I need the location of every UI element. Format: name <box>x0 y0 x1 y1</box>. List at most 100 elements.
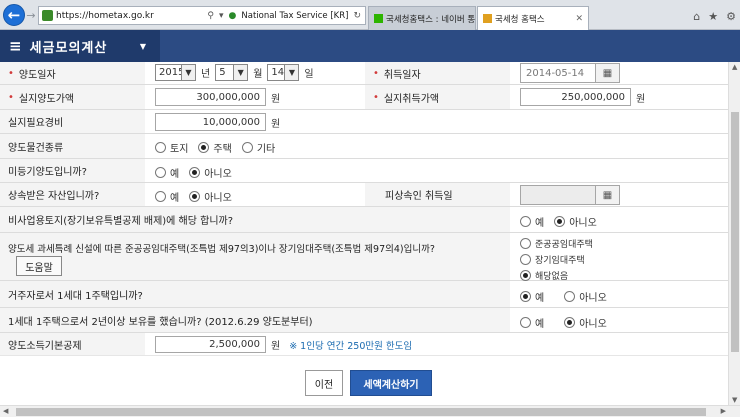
calendar-button[interactable]: ▦ <box>596 63 620 83</box>
decedent-date-input <box>520 185 596 205</box>
radio-one-house-yes[interactable]: 예 <box>520 289 544 304</box>
form-row-prices: • 실지양도가액 300,000,000 원 • 실지취득가액 250,000,… <box>0 85 728 110</box>
naver-favicon-icon <box>374 14 383 23</box>
form-row-non-business-land: 비사업용토지(장기보유특별공제 배제)에 해당 합니까? 예 아니오 <box>0 207 728 233</box>
required-marker: • <box>373 67 379 79</box>
non-business-land-label: 비사업용토지(장기보유특별공제 배제)에 해당 합니까? <box>8 216 234 227</box>
transfer-year-select[interactable]: 2015 ▼ <box>155 64 196 81</box>
form-row-basic-deduction: 양도소득기본공제 2,500,000 원 ※ 1인당 연간 250만원 한도임 <box>0 333 728 355</box>
radio-unregistered-no[interactable]: 아니오 <box>189 165 232 180</box>
page-title: 세금모의계산 <box>29 40 108 56</box>
transfer-day-select[interactable]: 14 ▼ <box>267 64 300 81</box>
close-icon[interactable]: ✕ <box>575 14 583 24</box>
dropdown-icon[interactable]: ▾ <box>219 11 224 21</box>
radio-inherited-no[interactable]: 아니오 <box>189 189 232 204</box>
tab-label: 국세청 홈택스 <box>495 14 545 25</box>
expenses-input[interactable]: 10,000,000 <box>155 113 266 131</box>
url-text: https://hometax.go.kr <box>56 10 154 21</box>
browser-toolbar: ← → https://hometax.go.kr ⚲ ▾ ● National… <box>0 0 740 30</box>
property-type-label: 양도물건종류 <box>8 142 64 154</box>
gear-icon[interactable]: ⚙ <box>726 10 736 23</box>
home-icon[interactable]: ⌂ <box>693 10 700 23</box>
transfer-price-input[interactable]: 300,000,000 <box>155 88 266 106</box>
hamburger-icon: ≡ <box>9 37 22 55</box>
transfer-date-label: 양도일자 <box>18 69 56 81</box>
radio-two-years-yes[interactable]: 예 <box>520 315 544 330</box>
address-bar[interactable]: https://hometax.go.kr ⚲ ▾ ● National Tax… <box>38 6 366 25</box>
acquisition-date-input[interactable]: 2014-05-14 <box>520 63 596 83</box>
radio-two-years-no[interactable]: 아니오 <box>564 315 607 330</box>
chevron-down-icon: ▼ <box>139 41 146 51</box>
basic-deduction-input[interactable]: 2,500,000 <box>155 336 266 353</box>
vertical-scrollbar[interactable]: ▲ ▼ <box>728 62 740 405</box>
calendar-icon: ▦ <box>602 189 613 201</box>
help-button[interactable]: 도움말 <box>16 256 62 276</box>
radio-semi-public-rental[interactable]: 준공공임대주택 <box>520 237 593 250</box>
acquisition-price-label: 실지취득가액 <box>383 93 440 105</box>
form-row-property-type: 양도물건종류 토지 주택 기타 <box>0 134 728 159</box>
forward-button[interactable]: → <box>24 8 38 22</box>
two-years-label: 1세대 1주택으로서 2년이상 보유를 했습니까? (2012.6.29 양도분… <box>8 316 313 328</box>
form-row-inherited: 상속받은 자산입니까? 예 아니오 피상속인 취득일 ▦ <box>0 183 728 207</box>
one-house-label: 거주자로서 1세대 1주택입니까? <box>8 290 143 302</box>
radio-long-term-rental[interactable]: 장기임대주택 <box>520 253 585 266</box>
basic-deduction-label: 양도소득기본공제 <box>8 340 82 352</box>
transfer-month-select[interactable]: 5 ▼ <box>215 64 249 81</box>
required-marker: • <box>373 91 379 103</box>
arrow-right-icon: → <box>26 8 36 22</box>
refresh-icon[interactable]: ↻ <box>353 11 361 21</box>
decedent-date-label: 피상속인 취득일 <box>385 191 453 202</box>
form-row-dates: • 양도일자 2015 ▼ 년 5 ▼ 월 14 ▼ 일 • 취득일자 2014-05… <box>0 62 728 85</box>
scroll-down-icon[interactable]: ▼ <box>732 396 737 404</box>
scroll-right-icon[interactable]: ▶ <box>721 407 726 415</box>
acquisition-price-input[interactable]: 250,000,000 <box>520 88 631 106</box>
acquisition-date-label: 취득일자 <box>383 69 421 81</box>
menu-toggle[interactable]: ≡ 세금모의계산 ▼ <box>0 30 160 62</box>
arrow-left-icon: ← <box>7 6 21 24</box>
star-icon[interactable]: ★ <box>708 10 718 23</box>
form-row-special-rental: 양도세 과세특례 신설에 따른 준공공임대주택(조특법 제97의3)이나 장기임… <box>0 233 728 282</box>
radio-land[interactable]: 토지 <box>155 140 188 155</box>
form-row-unregistered: 미등기양도입니까? 예 아니오 <box>0 159 728 183</box>
form-footer: 이전 세액계산하기 <box>0 355 728 405</box>
radio-one-house-no[interactable]: 아니오 <box>564 289 607 304</box>
unregistered-label: 미등기양도입니까? <box>8 167 87 178</box>
app-header: ≡ 세금모의계산 ▼ <box>0 30 740 62</box>
site-favicon-icon <box>42 10 53 21</box>
radio-unregistered-yes[interactable]: 예 <box>155 165 179 180</box>
search-icon[interactable]: ⚲ <box>207 11 214 21</box>
radio-inherited-yes[interactable]: 예 <box>155 189 179 204</box>
tab-label: 국세청홈택스 : 네이버 통합검색 <box>386 14 476 25</box>
radio-nbl-no[interactable]: 아니오 <box>554 214 597 229</box>
form-row-one-house: 거주자로서 1세대 1주택입니까? 예 아니오 <box>0 281 728 308</box>
radio-nbl-yes[interactable]: 예 <box>520 214 544 229</box>
required-marker: • <box>8 67 14 79</box>
calendar-icon: ▦ <box>602 67 613 79</box>
deduction-note: ※ 1인당 연간 250만원 한도임 <box>289 340 413 352</box>
tax-simulation-form: • 양도일자 2015 ▼ 년 5 ▼ 월 14 ▼ 일 • 취득일자 2014-05… <box>0 62 728 355</box>
horizontal-scrollbar[interactable]: ◀ ▶ <box>0 405 740 417</box>
tab-hometax[interactable]: 국세청 홈택스 ✕ <box>477 6 589 30</box>
back-button[interactable]: ← <box>3 4 25 26</box>
certificate-label[interactable]: National Tax Service [KR] <box>241 11 348 21</box>
lock-icon[interactable]: ● <box>229 11 237 21</box>
scroll-left-icon[interactable]: ◀ <box>3 407 8 415</box>
special-rental-label: 양도세 과세특례 신설에 따른 준공공임대주택(조특법 제97의3)이나 장기임… <box>8 244 435 255</box>
tab-naver-search[interactable]: 국세청홈택스 : 네이버 통합검색 <box>368 6 476 30</box>
form-row-expenses: 실지필요경비 10,000,000 원 <box>0 110 728 134</box>
hometax-favicon-icon <box>483 14 492 23</box>
required-marker: • <box>8 91 14 103</box>
transfer-price-label: 실지양도가액 <box>18 93 75 105</box>
inherited-label: 상속받은 자산입니까? <box>8 191 100 202</box>
radio-other[interactable]: 기타 <box>241 140 275 155</box>
scrollbar-thumb[interactable] <box>731 112 739 352</box>
scroll-up-icon[interactable]: ▲ <box>732 63 737 71</box>
chevron-down-icon: ▼ <box>284 65 299 80</box>
scrollbar-thumb[interactable] <box>16 408 706 416</box>
radio-house[interactable]: 주택 <box>198 140 232 155</box>
chevron-down-icon: ▼ <box>181 65 195 80</box>
expenses-label: 실지필요경비 <box>8 118 64 129</box>
form-row-two-years: 1세대 1주택으로서 2년이상 보유를 했습니까? (2012.6.29 양도분… <box>0 308 728 333</box>
calculate-tax-button[interactable]: 세액계산하기 <box>350 370 432 396</box>
prev-button[interactable]: 이전 <box>305 370 343 396</box>
